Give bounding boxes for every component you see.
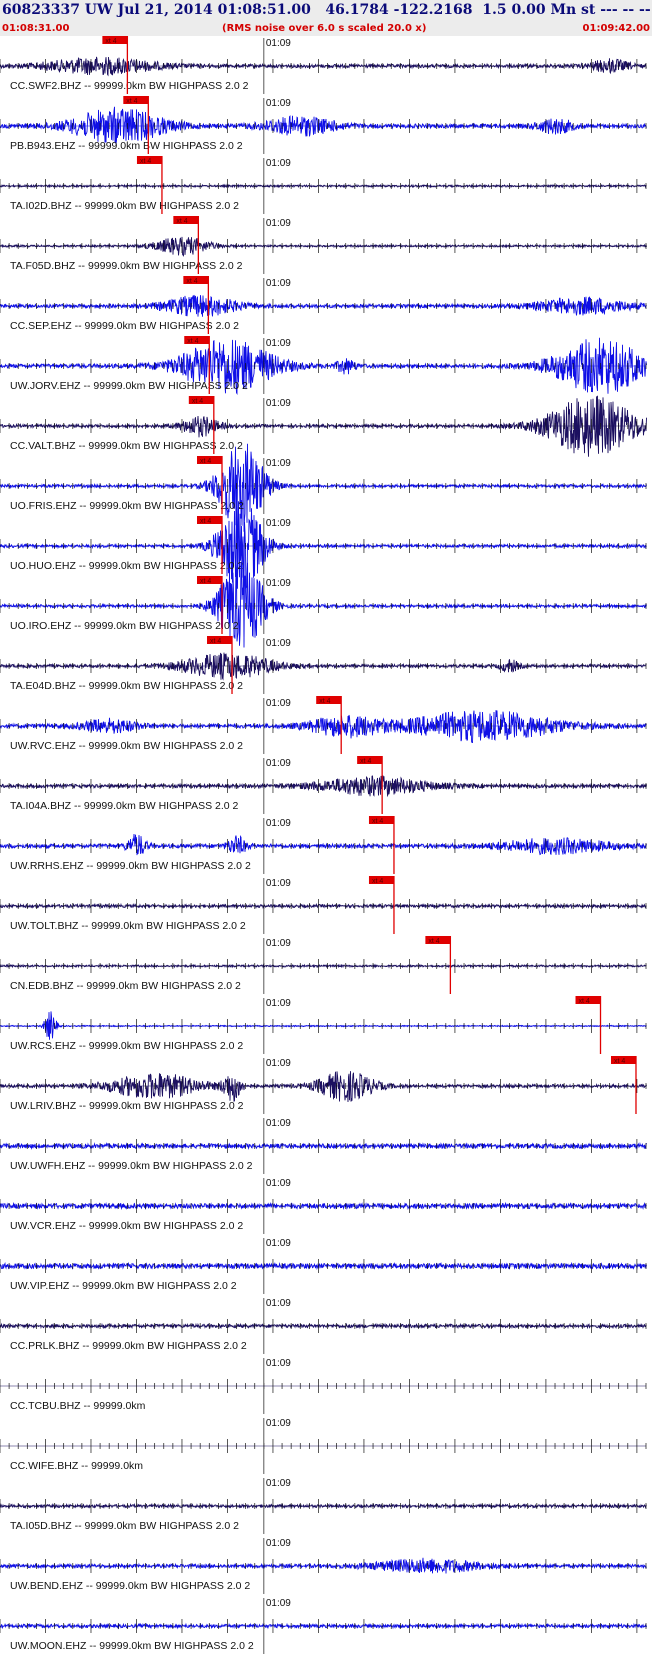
station-label: CC.TCBU.BHZ -- 99999.0km xyxy=(10,1400,146,1412)
pick-label: xt 4 xyxy=(614,1058,625,1065)
minute-tick-label: 01:09 xyxy=(266,698,291,709)
station-label: CC.PRLK.BHZ -- 99999.0km BW HIGHPASS 2.0… xyxy=(10,1340,247,1352)
pick-label: xt 4 xyxy=(105,38,116,45)
station-label: UW.TOLT.BHZ -- 99999.0km BW HIGHPASS 2.0… xyxy=(10,920,246,932)
pick-label: xt 4 xyxy=(210,638,221,645)
pick-label: xt 4 xyxy=(140,158,151,165)
pick-label: xt 4 xyxy=(200,518,211,525)
station-label: UW.JORV.EHZ -- 99999.0km BW HIGHPASS 2.0… xyxy=(10,380,248,392)
minute-tick-label: 01:09 xyxy=(266,278,291,289)
minute-tick-label: 01:09 xyxy=(266,338,291,349)
waveform-trace xyxy=(0,1071,647,1103)
station-label: UW.VCR.EHZ -- 99999.0km BW HIGHPASS 2.0 … xyxy=(10,1220,243,1232)
minute-tick-label: 01:09 xyxy=(266,518,291,529)
minute-tick-label: 01:09 xyxy=(266,1238,291,1249)
minute-tick-label: 01:09 xyxy=(266,1298,291,1309)
waveform-trace xyxy=(0,443,647,532)
pick-label: xt 4 xyxy=(192,398,203,405)
minute-tick-label: 01:09 xyxy=(266,878,291,889)
minute-tick-label: 01:09 xyxy=(266,1178,291,1189)
station-label: UO.IRO.EHZ -- 99999.0km BW HIGHPASS 2.0 … xyxy=(10,620,239,632)
event-title: 60823337 UW Jul 21, 2014 01:08:51.00 46.… xyxy=(2,2,652,18)
header-bar: 60823337 UW Jul 21, 2014 01:08:51.00 46.… xyxy=(0,0,652,36)
pick-label: xt 4 xyxy=(372,818,383,825)
station-label: UW.BEND.EHZ -- 99999.0km BW HIGHPASS 2.0… xyxy=(10,1580,250,1592)
rms-note: (RMS noise over 6.0 s scaled 20.0 x) xyxy=(222,23,427,34)
station-label: CN.EDB.BHZ -- 99999.0km BW HIGHPASS 2.0 … xyxy=(10,980,241,992)
station-label: UO.HUO.EHZ -- 99999.0km BW HIGHPASS 2.0 … xyxy=(10,560,243,572)
station-label: CC.SWF2.BHZ -- 99999.0km BW HIGHPASS 2.0… xyxy=(10,80,249,92)
minute-tick-label: 01:09 xyxy=(266,98,291,109)
station-label: TA.F05D.BHZ -- 99999.0km BW HIGHPASS 2.0… xyxy=(10,260,243,272)
waveform-trace xyxy=(0,501,647,590)
minute-tick-label: 01:09 xyxy=(266,458,291,469)
station-label: TA.I04A.BHZ -- 99999.0km BW HIGHPASS 2.0… xyxy=(10,800,239,812)
station-label: UW.MOON.EHZ -- 99999.0km BW HIGHPASS 2.0… xyxy=(10,1640,254,1652)
station-label: UW.UWFH.EHZ -- 99999.0km BW HIGHPASS 2.0… xyxy=(10,1160,253,1172)
station-label: TA.I02D.BHZ -- 99999.0km BW HIGHPASS 2.0… xyxy=(10,200,239,212)
minute-tick-label: 01:09 xyxy=(266,1598,291,1609)
minute-tick-label: 01:09 xyxy=(266,1358,291,1369)
pick-label: xt 4 xyxy=(428,938,439,945)
start-time: 01:08:31.00 xyxy=(2,23,70,34)
pick-label: xt 4 xyxy=(372,878,383,885)
station-label: UW.LRIV.BHZ -- 99999.0km BW HIGHPASS 2.0… xyxy=(10,1100,244,1112)
minute-tick-label: 01:09 xyxy=(266,1118,291,1129)
pick-label: xt 4 xyxy=(200,578,211,585)
minute-tick-label: 01:09 xyxy=(266,398,291,409)
station-label: TA.I05D.BHZ -- 99999.0km BW HIGHPASS 2.0… xyxy=(10,1520,239,1532)
pick-label: xt 4 xyxy=(186,278,197,285)
minute-tick-label: 01:09 xyxy=(266,38,291,49)
minute-tick-label: 01:09 xyxy=(266,758,291,769)
waveform-trace xyxy=(0,1011,647,1040)
pick-label: xt 4 xyxy=(200,458,211,465)
minute-tick-label: 01:09 xyxy=(266,1058,291,1069)
minute-tick-label: 01:09 xyxy=(266,638,291,649)
station-label: UO.FRIS.EHZ -- 99999.0km BW HIGHPASS 2.0… xyxy=(10,500,244,512)
station-label: CC.SEP.EHZ -- 99999.0km BW HIGHPASS 2.0 … xyxy=(10,320,239,332)
minute-tick-label: 01:09 xyxy=(266,998,291,1009)
pick-label: xt 4 xyxy=(187,338,198,345)
end-time: 01:09:42.00 xyxy=(582,23,650,34)
pick-label: xt 4 xyxy=(360,758,371,765)
pick-label: xt 4 xyxy=(126,98,137,105)
seismogram-plot: 01:09 CC.SWF2.BHZ -- 99999.0km BW HIGHPAS… xyxy=(0,36,647,1654)
station-label: UW.RCS.EHZ -- 99999.0km BW HIGHPASS 2.0 … xyxy=(10,1040,243,1052)
station-label: UW.VIP.EHZ -- 99999.0km BW HIGHPASS 2.0 … xyxy=(10,1280,237,1292)
waveform-trace xyxy=(0,1557,647,1574)
station-label: CC.WIFE.BHZ -- 99999.0km xyxy=(10,1460,143,1472)
waveform-trace xyxy=(0,833,647,856)
minute-tick-label: 01:09 xyxy=(266,938,291,949)
waveform-trace xyxy=(0,710,647,743)
waveform-trace xyxy=(0,561,647,648)
minute-tick-label: 01:09 xyxy=(266,578,291,589)
pick-label: xt 4 xyxy=(319,698,330,705)
minute-tick-label: 01:09 xyxy=(266,1478,291,1489)
pick-label: xt 4 xyxy=(176,218,187,225)
station-label: CC.VALT.BHZ -- 99999.0km BW HIGHPASS 2.0… xyxy=(10,440,243,452)
station-label: UW.RRHS.EHZ -- 99999.0km BW HIGHPASS 2.0… xyxy=(10,860,251,872)
minute-tick-label: 01:09 xyxy=(266,158,291,169)
pick-label: xt 4 xyxy=(579,998,590,1005)
minute-tick-label: 01:09 xyxy=(266,218,291,229)
minute-tick-label: 01:09 xyxy=(266,1418,291,1429)
station-label: TA.E04D.BHZ -- 99999.0km BW HIGHPASS 2.0… xyxy=(10,680,243,692)
minute-tick-label: 01:09 xyxy=(266,1538,291,1549)
station-label: PB.B943.EHZ -- 99999.0km BW HIGHPASS 2.0… xyxy=(10,140,243,152)
station-label: UW.RVC.EHZ -- 99999.0km BW HIGHPASS 2.0 … xyxy=(10,740,243,752)
minute-tick-label: 01:09 xyxy=(266,818,291,829)
